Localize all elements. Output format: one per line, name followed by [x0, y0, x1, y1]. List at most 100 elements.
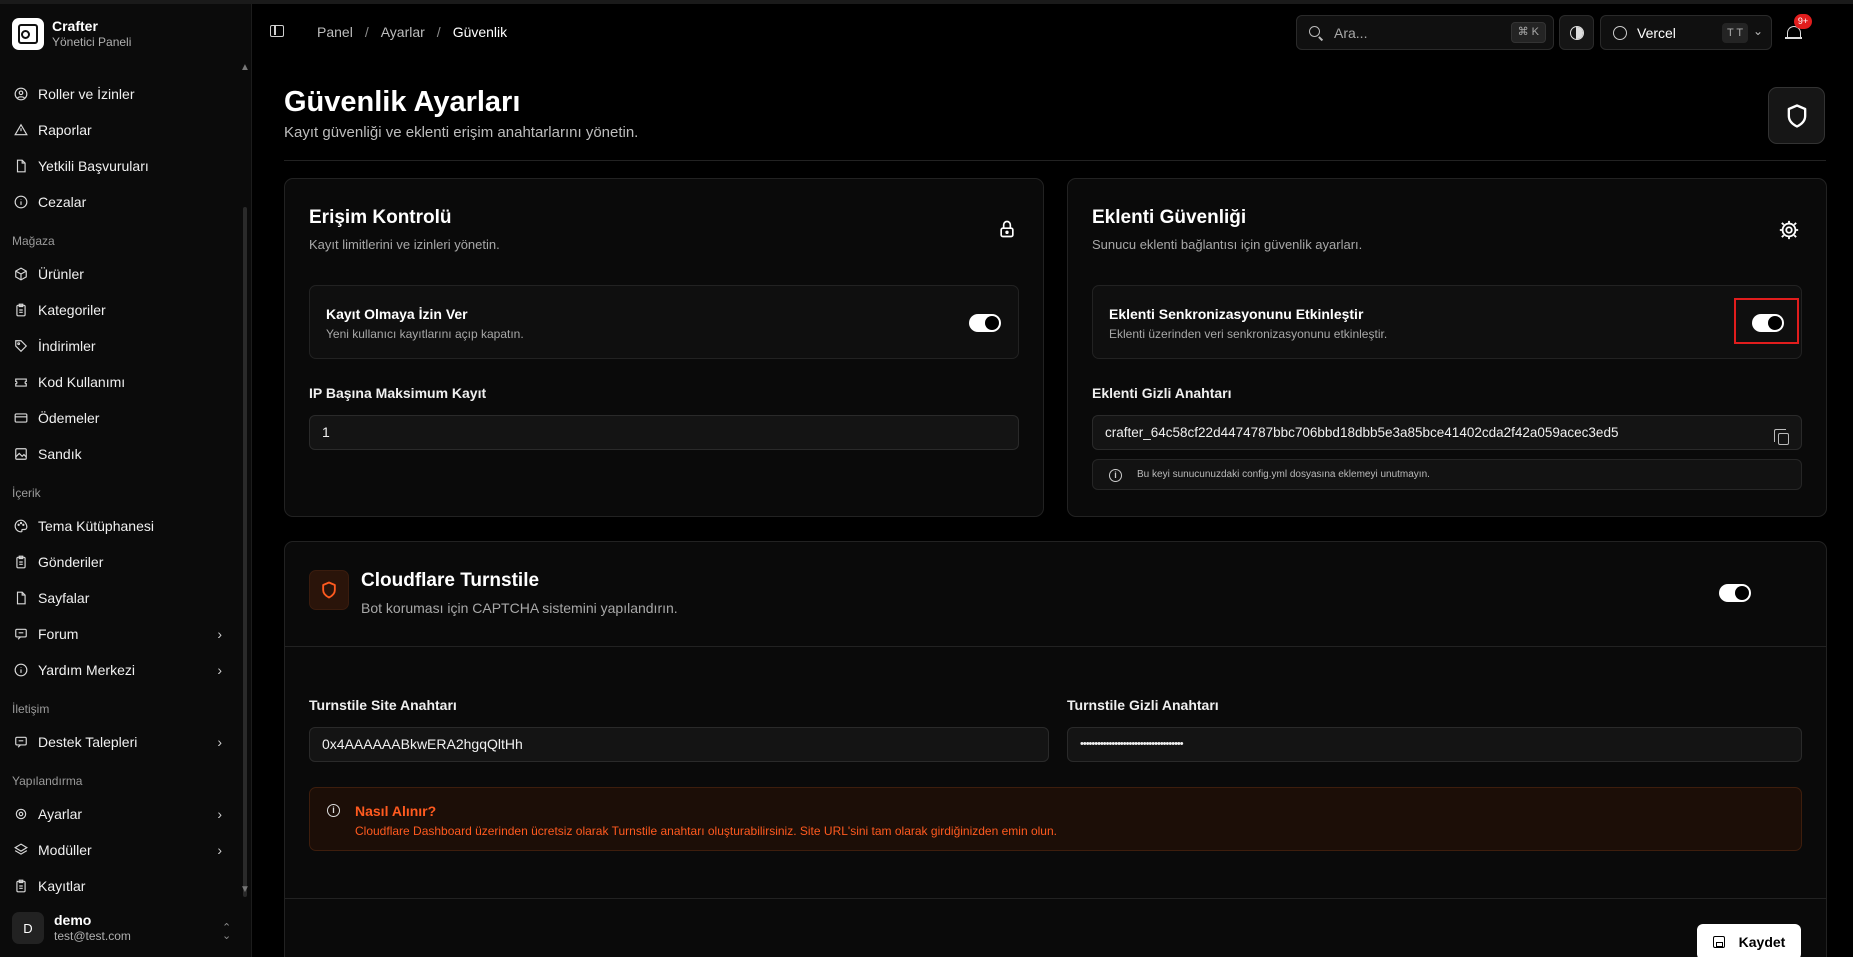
clipboard-icon	[13, 302, 29, 318]
sidebar-item-label: Sayfalar	[38, 590, 90, 606]
brand[interactable]: Crafter Yönetici Paneli	[12, 18, 131, 50]
help-alert-text: Cloudflare Dashboard üzerinden ücretsiz …	[355, 824, 1057, 838]
sidebar-item[interactable]: Destek Talepleri ›	[0, 724, 236, 760]
sidebar-item[interactable]: Yetkili Başvuruları	[0, 148, 236, 184]
sidebar-item[interactable]: Kod Kullanımı	[0, 364, 236, 400]
file-icon	[13, 158, 29, 174]
sidebar-item[interactable]: Ürünler	[0, 256, 236, 292]
user-menu[interactable]: D demo test@test.com	[12, 912, 131, 944]
sidebar-item-label: Yetkili Başvuruları	[38, 158, 149, 174]
top-header: Panel / Ayarlar / Güvenlik ⌘ K Vercel T …	[253, 4, 1853, 62]
access-card-title: Erişim Kontrolü	[309, 207, 452, 228]
info-icon: i	[1109, 469, 1122, 482]
secret-key-label: Turnstile Gizli Anahtarı	[1067, 697, 1219, 713]
theme-select[interactable]: Vercel T T ⌄	[1600, 15, 1772, 50]
sidebar-item-label: Forum	[38, 626, 79, 642]
tag-icon	[13, 338, 29, 354]
scroll-down-icon[interactable]: ▼	[240, 884, 250, 895]
info-circle-icon	[13, 194, 29, 210]
box-icon	[13, 266, 29, 282]
sidebar-group-label: Mağaza	[12, 234, 55, 248]
shield-icon	[1787, 103, 1806, 128]
sidebar-item[interactable]: Forum ›	[0, 616, 236, 652]
search-input[interactable]	[1334, 23, 1484, 43]
sidebar: Crafter Yönetici Paneli ▲ ▼ Roller ve İz…	[0, 4, 252, 957]
shield-icon	[322, 581, 336, 599]
theme-toggle-button[interactable]	[1559, 15, 1594, 50]
sidebar-item[interactable]: Roller ve İzinler	[0, 76, 236, 112]
chevron-down-icon: ⌄	[1753, 24, 1764, 38]
plugin-secret-label: Eklenti Gizli Anahtarı	[1092, 385, 1232, 401]
registration-toggle-desc: Yeni kullanıcı kayıtlarını açıp kapatın.	[326, 327, 524, 341]
sidebar-toggle-icon[interactable]	[270, 25, 284, 37]
plugin-secret-input[interactable]: crafter_64c58cf22d4474787bbc706bbd18dbb5…	[1092, 415, 1802, 450]
chevron-right-icon: ›	[217, 806, 222, 822]
plugin-card-title: Eklenti Güvenliği	[1092, 207, 1247, 228]
copy-icon[interactable]	[1774, 429, 1789, 445]
plugin-secret-note-text: Bu keyi sunucunuzdaki config.yml dosyası…	[1137, 469, 1430, 480]
sidebar-item[interactable]: Sayfalar	[0, 580, 236, 616]
plugin-secret-note: i Bu keyi sunucunuzdaki config.yml dosya…	[1092, 459, 1802, 490]
file-icon	[13, 590, 29, 606]
plugin-sync-toggle-title: Eklenti Senkronizasyonunu Etkinleştir	[1109, 306, 1364, 322]
help-alert-title: Nasıl Alınır?	[355, 803, 437, 819]
chevron-right-icon: ›	[217, 662, 222, 678]
sidebar-item[interactable]: Kayıtlar	[0, 868, 236, 904]
sidebar-item-label: Modüller	[38, 842, 92, 858]
brand-name: Crafter	[52, 18, 98, 34]
access-card-subtitle: Kayıt limitlerini ve izinleri yönetin.	[309, 237, 500, 252]
search-box[interactable]: ⌘ K	[1296, 15, 1554, 50]
sidebar-item-label: Raporlar	[38, 122, 92, 138]
secret-key-input[interactable]: ••••••••••••••••••••••••••••••••••••	[1067, 727, 1802, 762]
header-divider	[284, 160, 1826, 161]
sidebar-item-label: Kayıtlar	[38, 878, 86, 894]
turnstile-divider	[285, 646, 1826, 647]
breadcrumb-ayarlar[interactable]: Ayarlar	[381, 24, 425, 40]
footer-divider	[285, 898, 1826, 899]
search-icon	[1309, 26, 1320, 37]
turnstile-card: Cloudflare Turnstile Bot koruması için C…	[284, 541, 1827, 957]
sidebar-item[interactable]: Cezalar	[0, 184, 236, 220]
max-registration-input[interactable]: 1	[309, 415, 1019, 450]
registration-setting-row: Kayıt Olmaya İzin Ver Yeni kullanıcı kay…	[309, 285, 1019, 359]
max-registration-label: IP Başına Maksimum Kayıt	[309, 385, 487, 401]
brand-subtitle: Yönetici Paneli	[52, 35, 132, 49]
plugin-sync-setting-row: Eklenti Senkronizasyonunu Etkinleştir Ek…	[1092, 285, 1802, 359]
sidebar-item[interactable]: Raporlar	[0, 112, 236, 148]
clipboard-icon	[13, 554, 29, 570]
info-icon: i	[327, 804, 340, 817]
save-button[interactable]: Kaydet	[1697, 924, 1801, 957]
sidebar-item[interactable]: Kategoriler	[0, 292, 236, 328]
registration-toggle-title: Kayıt Olmaya İzin Ver	[326, 306, 468, 322]
sidebar-item[interactable]: Ödemeler	[0, 400, 236, 436]
breadcrumb-current: Güvenlik	[452, 24, 508, 40]
turnstile-toggle[interactable]	[1719, 584, 1751, 602]
sidebar-item-label: Destek Talepleri	[38, 734, 138, 750]
sidebar-group-label: İletişim	[12, 702, 50, 716]
chevron-right-icon: ›	[217, 842, 222, 858]
sidebar-group-label: İçerik	[12, 486, 41, 500]
chevrons-updown-icon[interactable]: ⌃ ⌄	[222, 923, 231, 942]
sidebar-item[interactable]: Tema Kütüphanesi	[0, 508, 236, 544]
avatar: D	[12, 912, 44, 944]
plugin-sync-toggle-desc: Eklenti üzerinden veri senkronizasyonunu…	[1109, 327, 1388, 341]
clipboard-icon	[13, 878, 29, 894]
breadcrumb-separator: /	[436, 24, 441, 40]
sidebar-item[interactable]: Ayarlar ›	[0, 796, 236, 832]
palette-icon	[13, 518, 29, 534]
page-title: Güvenlik Ayarları	[284, 86, 521, 118]
sidebar-scrollbar[interactable]	[243, 207, 247, 897]
site-key-input[interactable]: 0x4AAAAAABkwERA2hgqQltHh	[309, 727, 1049, 762]
scroll-up-icon[interactable]: ▲	[240, 62, 250, 73]
sidebar-item[interactable]: İndirimler	[0, 328, 236, 364]
sidebar-item-label: Roller ve İzinler	[38, 86, 135, 102]
breadcrumb-panel[interactable]: Panel	[317, 24, 353, 40]
sidebar-item[interactable]: Sandık	[0, 436, 236, 472]
sidebar-item[interactable]: Modüller ›	[0, 832, 236, 868]
sidebar-nav: Roller ve İzinler Raporlar Yetkili Başvuru…	[0, 76, 236, 904]
sidebar-item[interactable]: Yardım Merkezi ›	[0, 652, 236, 688]
ticket-icon	[13, 374, 29, 390]
cloudflare-badge	[309, 570, 349, 610]
sidebar-item[interactable]: Gönderiler	[0, 544, 236, 580]
registration-toggle[interactable]	[969, 314, 1001, 332]
